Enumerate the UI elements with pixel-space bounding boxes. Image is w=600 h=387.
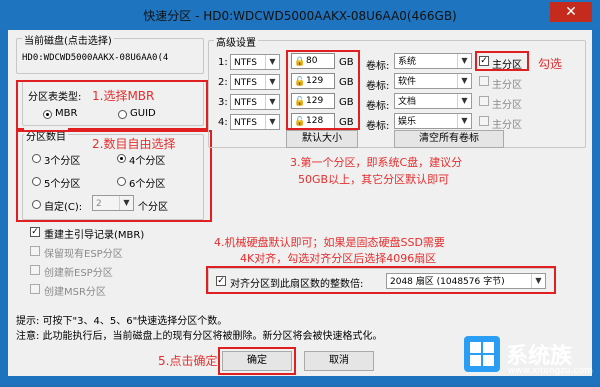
highlight-partition-count [16, 130, 212, 222]
chevron-down-icon: ▼ [265, 55, 279, 69]
row3-primary-checkbox[interactable] [479, 96, 489, 106]
row2-primary-checkbox[interactable] [479, 76, 489, 86]
hint-text: 提示: 可按下"3、4、5、6"快速选择分区个数。 [16, 316, 228, 327]
chevron-down-icon: ▼ [265, 95, 279, 109]
row2-index: 2: [218, 77, 228, 88]
annotation-first-partition-1: 3.第一个分区，即系统C盘，建议分 [290, 156, 463, 169]
row1-vol-label: 卷标: [366, 61, 390, 72]
rebuild-mbr-label: 重建主引导记录(MBR) [44, 230, 145, 241]
default-size-button[interactable]: 默认大小 [286, 130, 358, 148]
keep-esp-label: 保留现有ESP分区 [44, 249, 123, 260]
row3-fs-select[interactable]: NTFS ▼ [230, 94, 280, 110]
rebuild-mbr-checkbox[interactable]: ✓ [30, 227, 40, 237]
chevron-down-icon: ▼ [265, 75, 279, 89]
highlight-primary [475, 51, 529, 71]
row3-index: 3: [218, 97, 228, 108]
row2-vol-select[interactable]: 软件 ▼ [394, 73, 472, 89]
chevron-down-icon: ▼ [265, 115, 279, 129]
advanced-label: 高级设置 [214, 34, 258, 49]
title-bar: 快速分区 - HD0:WDCWD5000AAKX-08U6AA0(466GB) … [0, 0, 600, 30]
highlight-partition-type [16, 80, 208, 130]
watermark-logo: 系统族 www.xitongzu.com [458, 326, 600, 384]
chevron-down-icon: ▼ [457, 94, 471, 108]
row4-fs-select[interactable]: NTFS ▼ [230, 114, 280, 130]
row3-vol-select[interactable]: 文档 ▼ [394, 93, 472, 109]
row3-primary-label: 主分区 [492, 100, 522, 111]
highlight-align [206, 266, 556, 294]
create-msr-label: 创建MSR分区 [44, 287, 106, 298]
row4-vol-select[interactable]: 娱乐 ▼ [394, 113, 472, 129]
row1-index: 1: [218, 57, 228, 68]
disk-selector[interactable]: HD0:WDCWD5000AAKX-08U6AA0(4 [22, 53, 200, 63]
warning-text: 注意: 此功能执行后，当前磁盘上的现有分区将被删除。新分区将会被快速格式化。 [16, 331, 383, 342]
disk-group-label: 当前磁盘(点击选择) [22, 32, 114, 47]
row2-vol-label: 卷标: [366, 81, 390, 92]
row2-fs-select[interactable]: NTFS ▼ [230, 74, 280, 90]
row3-vol-label: 卷标: [366, 101, 390, 112]
watermark-url: www.xitongzu.com [508, 366, 593, 376]
create-esp-label: 创建新ESP分区 [44, 268, 113, 279]
create-msr-checkbox[interactable] [30, 284, 40, 294]
row1-fs-select[interactable]: NTFS ▼ [230, 54, 280, 70]
annotation-align-2: 4K对齐，勾选对齐分区后选择4096扇区 [240, 252, 437, 265]
close-button[interactable]: ✕ [550, 2, 592, 22]
chevron-down-icon: ▼ [457, 54, 471, 68]
row4-index: 4: [218, 117, 228, 128]
dialog-window: 快速分区 - HD0:WDCWD5000AAKX-08U6AA0(466GB) … [0, 0, 600, 384]
window-title: 快速分区 - HD0:WDCWD5000AAKX-08U6AA0(466GB) [143, 9, 457, 23]
highlight-ok [218, 347, 296, 375]
row4-primary-label: 主分区 [492, 120, 522, 131]
annotation-check: 勾选 [538, 57, 563, 71]
row4-primary-checkbox[interactable] [479, 116, 489, 126]
create-esp-checkbox[interactable] [30, 265, 40, 275]
annotation-first-partition-2: 50GB以上，其它分区默认即可 [298, 173, 450, 186]
dialog-body: 当前磁盘(点击选择) HD0:WDCWD5000AAKX-08U6AA0(4 分… [8, 30, 592, 376]
cancel-button[interactable]: 取消 [304, 351, 374, 371]
row1-vol-select[interactable]: 系统 ▼ [394, 53, 472, 69]
chevron-down-icon: ▼ [457, 74, 471, 88]
row2-primary-label: 主分区 [492, 80, 522, 91]
highlight-sizes [286, 50, 360, 130]
chevron-down-icon: ▼ [457, 114, 471, 128]
row4-vol-label: 卷标: [366, 121, 390, 132]
annotation-click-ok: 5.点击确定 [158, 354, 218, 368]
annotation-align-1: 4.机械硬盘默认即可；如果是固态硬盘SSD需要 [214, 236, 445, 249]
clear-labels-button[interactable]: 清空所有卷标 [394, 130, 504, 148]
keep-esp-checkbox[interactable] [30, 246, 40, 256]
